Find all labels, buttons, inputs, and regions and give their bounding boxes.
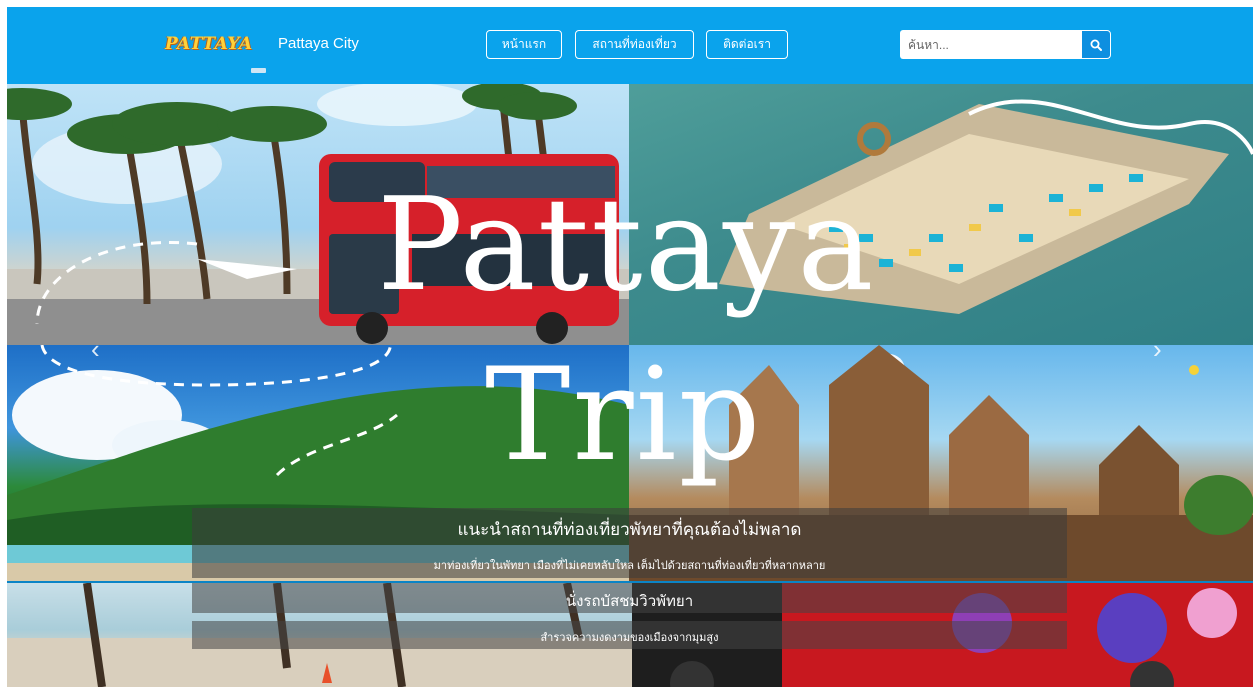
brand-name[interactable]: Pattaya City <box>278 35 359 52</box>
nav-contact-button[interactable]: ติดต่อเรา <box>706 30 788 59</box>
chevron-left-icon: ‹ <box>91 334 100 364</box>
search-button[interactable] <box>1081 30 1111 59</box>
carousel-prev-button[interactable]: ‹ <box>91 334 100 365</box>
hero-title-line1: Pattaya <box>377 171 876 320</box>
second-slide: นั่งรถบัสชมวิวพัทยา สำรวจความงดงามของเมื… <box>7 583 1253 687</box>
search-input[interactable] <box>900 30 1081 59</box>
hero-caption-title: แนะนำสถานที่ท่องเที่ยวพัทยาที่คุณต้องไม่… <box>457 520 802 539</box>
hero-carousel: Pattaya Trip ‹ › แนะนำสถานที่ท่องเที่ยวพ… <box>7 84 1253 581</box>
carousel-next-button[interactable]: › <box>1153 334 1162 365</box>
chevron-right-icon: › <box>1153 334 1162 364</box>
logo[interactable]: PATTAYA <box>165 34 253 54</box>
slide2-caption-text: สำรวจความงดงามของเมืองจากมุมสูง <box>540 632 719 644</box>
nav-home-button[interactable]: หน้าแรก <box>486 30 562 59</box>
navbar: PATTAYA Pattaya City หน้าแรก สถานที่ท่อง… <box>7 7 1253 84</box>
logo-indicator <box>251 68 266 73</box>
page-frame: PATTAYA Pattaya City หน้าแรก สถานที่ท่อง… <box>7 7 1253 687</box>
hero-title-line2: Trip <box>485 341 763 490</box>
search-icon <box>1090 39 1102 51</box>
hero-caption-text: มาท่องเที่ยวในพัทยา เมืองที่ไม่เคยหลับให… <box>433 560 826 572</box>
slide2-caption-title: นั่งรถบัสชมวิวพัทยา <box>565 593 694 610</box>
nav-attractions-button[interactable]: สถานที่ท่องเที่ยว <box>575 30 694 59</box>
